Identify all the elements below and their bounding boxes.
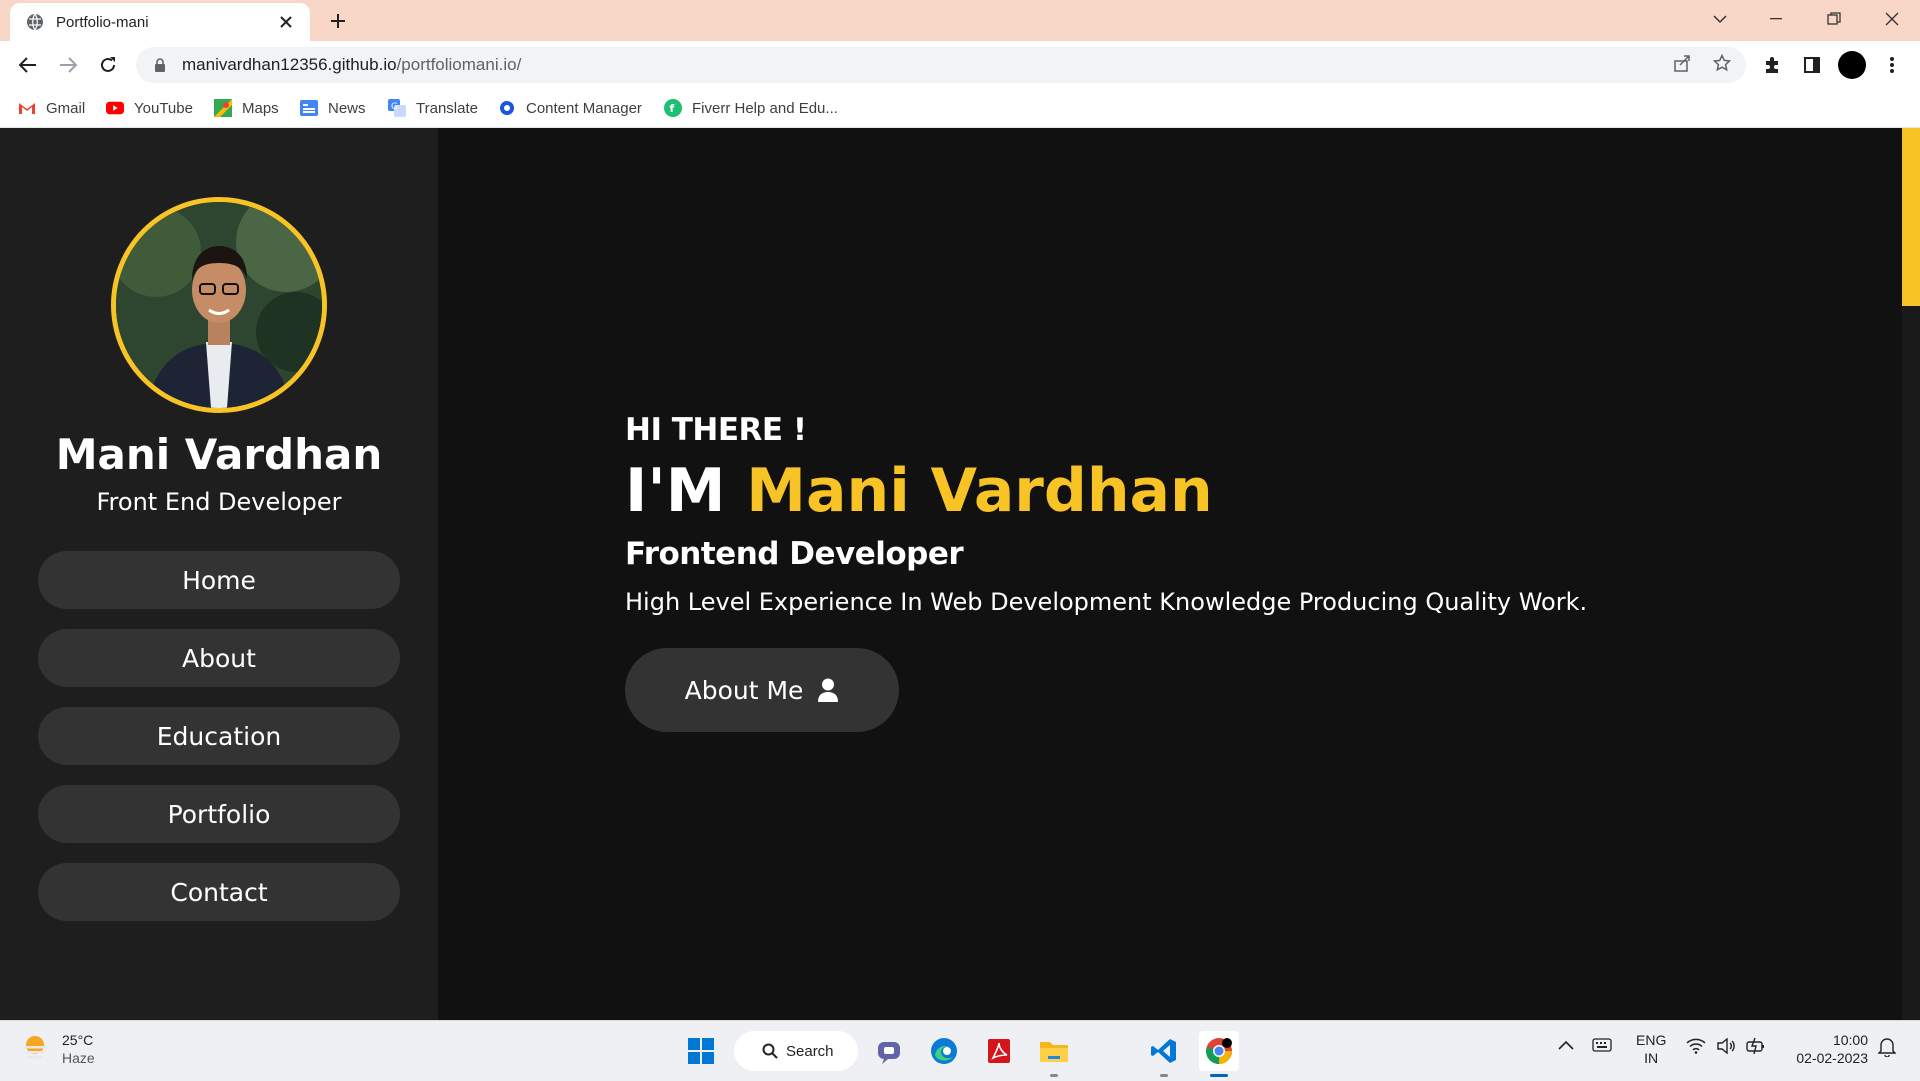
translate-icon: G bbox=[388, 99, 406, 117]
browser-tab-strip: Portfolio-mani bbox=[0, 0, 1920, 41]
fiverr-icon: f bbox=[664, 99, 682, 117]
news-icon bbox=[300, 99, 318, 117]
bookmark-translate[interactable]: G Translate bbox=[388, 97, 478, 119]
volume-icon[interactable] bbox=[1716, 1037, 1736, 1057]
bookmark-news[interactable]: News bbox=[300, 97, 366, 119]
bookmark-fiverr[interactable]: f Fiverr Help and Edu... bbox=[664, 97, 838, 119]
chrome-icon[interactable] bbox=[1199, 1031, 1239, 1071]
clock-date: 02-02-2023 bbox=[1796, 1050, 1868, 1066]
show-hidden-icons-chevron[interactable] bbox=[1558, 1037, 1574, 1053]
back-arrow-icon[interactable] bbox=[12, 49, 44, 81]
user-icon bbox=[817, 678, 839, 702]
maps-icon bbox=[214, 99, 232, 117]
taskbar-search[interactable]: Search bbox=[734, 1031, 858, 1071]
profile-name: Mani Vardhan bbox=[55, 430, 383, 479]
tab-title: Portfolio-mani bbox=[56, 13, 149, 31]
youtube-icon bbox=[106, 99, 124, 117]
reload-icon[interactable] bbox=[92, 49, 124, 81]
svg-text:G: G bbox=[391, 102, 398, 112]
notification-bell-icon[interactable] bbox=[1877, 1037, 1897, 1060]
running-indicator bbox=[1050, 1074, 1058, 1077]
hero-title: Frontend Developer bbox=[625, 536, 964, 572]
sidebar: Mani Vardhan Front End Developer Home Ab… bbox=[0, 128, 438, 1020]
share-icon[interactable] bbox=[1666, 47, 1698, 79]
active-indicator bbox=[1210, 1074, 1228, 1077]
profile-role: Front End Developer bbox=[96, 488, 342, 516]
globe-icon bbox=[26, 13, 44, 31]
nav-home[interactable]: Home bbox=[38, 551, 400, 609]
wifi-icon[interactable] bbox=[1686, 1038, 1706, 1057]
file-explorer-icon[interactable] bbox=[1034, 1031, 1074, 1071]
search-icon bbox=[762, 1043, 778, 1059]
bookmark-gmail[interactable]: Gmail bbox=[18, 97, 85, 119]
nav-education[interactable]: Education bbox=[38, 707, 400, 765]
acrobat-reader-icon[interactable] bbox=[979, 1031, 1019, 1071]
sidebar-nav: Home About Education Portfolio Contact bbox=[38, 551, 400, 941]
browser-tab[interactable]: Portfolio-mani bbox=[10, 3, 310, 41]
forward-arrow-icon[interactable] bbox=[52, 49, 84, 81]
content-manager-icon bbox=[498, 99, 516, 117]
new-tab-button[interactable] bbox=[322, 6, 354, 36]
nav-portfolio[interactable]: Portfolio bbox=[38, 785, 400, 843]
close-window-icon[interactable] bbox=[1864, 0, 1920, 38]
weather-widget[interactable]: 25°C Haze bbox=[20, 1031, 95, 1067]
haze-icon bbox=[20, 1032, 50, 1066]
page-content: Mani Vardhan Front End Developer Home Ab… bbox=[0, 128, 1920, 1020]
scrollbar-thumb[interactable] bbox=[1902, 128, 1920, 306]
running-indicator bbox=[1160, 1074, 1168, 1077]
browser-toolbar: manivardhan12356.github.io/portfoliomani… bbox=[0, 41, 1920, 89]
clock[interactable]: 10:00 02-02-2023 bbox=[1786, 1031, 1868, 1067]
close-tab-icon[interactable] bbox=[274, 10, 298, 34]
clock-time: 10:00 bbox=[1832, 1032, 1868, 1048]
side-panel-icon[interactable] bbox=[1796, 49, 1828, 81]
bookmark-youtube[interactable]: YouTube bbox=[106, 97, 193, 119]
weather-temp: 25°C bbox=[62, 1032, 94, 1048]
battery-icon[interactable] bbox=[1746, 1037, 1768, 1058]
bookmarks-bar: Gmail YouTube Maps News G Translate Cont… bbox=[0, 89, 1920, 128]
url-text[interactable]: manivardhan12356.github.io/portfoliomani… bbox=[182, 55, 521, 75]
lock-icon[interactable] bbox=[152, 57, 168, 73]
profile-photo bbox=[111, 197, 327, 413]
address-bar[interactable]: manivardhan12356.github.io/portfoliomani… bbox=[136, 47, 1746, 83]
tab-search-icon[interactable] bbox=[1692, 0, 1748, 38]
windows-start-icon[interactable] bbox=[681, 1031, 721, 1071]
hero-heading: I'M Mani Vardhan bbox=[625, 456, 1213, 526]
extensions-icon[interactable] bbox=[1756, 49, 1788, 81]
about-me-button[interactable]: About Me bbox=[625, 648, 899, 732]
bookmark-star-icon[interactable] bbox=[1706, 47, 1738, 79]
weather-desc: Haze bbox=[62, 1050, 95, 1066]
language-indicator[interactable]: ENG IN bbox=[1636, 1031, 1666, 1067]
svg-text:f: f bbox=[670, 102, 675, 115]
vscode-icon[interactable] bbox=[1144, 1031, 1184, 1071]
minimize-icon[interactable] bbox=[1748, 0, 1804, 38]
bookmark-content-manager[interactable]: Content Manager bbox=[498, 97, 642, 119]
gmail-icon bbox=[18, 99, 36, 117]
profile-avatar[interactable] bbox=[1836, 49, 1868, 81]
hero-description: High Level Experience In Web Development… bbox=[625, 588, 1588, 616]
taskbar: 25°C Haze Search ENG IN 10:00 02-02-2023 bbox=[0, 1020, 1920, 1081]
restore-icon[interactable] bbox=[1806, 0, 1862, 38]
hero-section: HI THERE ! I'M Mani Vardhan Frontend Dev… bbox=[625, 412, 1587, 732]
menu-dots-icon[interactable] bbox=[1876, 49, 1908, 81]
nav-contact[interactable]: Contact bbox=[38, 863, 400, 921]
hero-greeting: HI THERE ! bbox=[625, 412, 807, 448]
bookmark-maps[interactable]: Maps bbox=[214, 97, 279, 119]
teams-chat-icon[interactable] bbox=[869, 1031, 909, 1071]
hero-name: Mani Vardhan bbox=[746, 456, 1213, 526]
nav-about[interactable]: About bbox=[38, 629, 400, 687]
edge-browser-icon[interactable] bbox=[924, 1031, 964, 1071]
keyboard-icon[interactable] bbox=[1592, 1038, 1612, 1055]
